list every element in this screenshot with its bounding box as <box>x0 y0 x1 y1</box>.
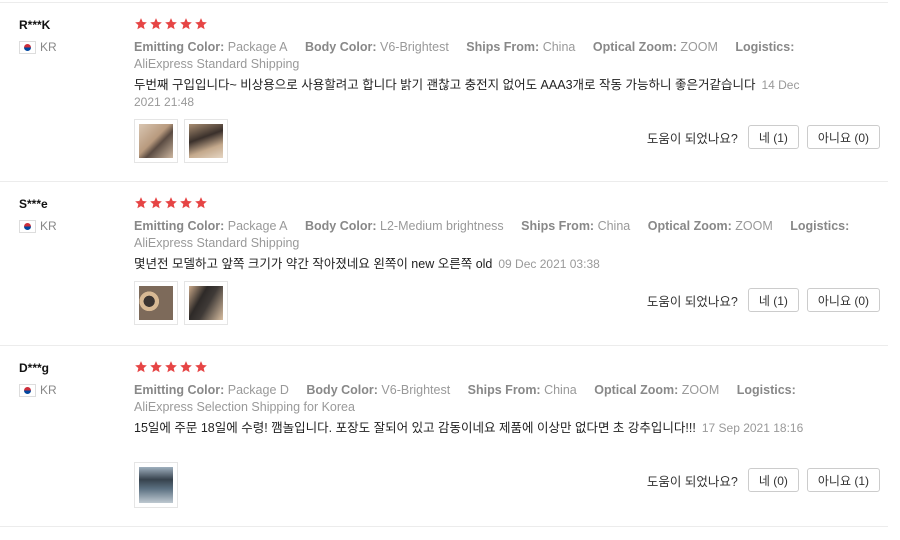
review-photo-thumbnail[interactable] <box>184 281 228 325</box>
helpful-question: 도움이 되었나요? <box>646 131 738 146</box>
reviewer-country: KR <box>19 40 57 54</box>
review-text: 몇년전 모델하고 앞쪽 크기가 약간 작아졌네요 왼쪽이 new 오른쪽 old… <box>134 257 600 271</box>
helpful-question: 도움이 되었나요? <box>646 294 738 309</box>
korea-flag-icon <box>19 383 36 397</box>
star-icon <box>180 197 192 209</box>
reviewer-name: D***g <box>19 361 50 375</box>
star-icon <box>150 361 162 373</box>
country-code: KR <box>40 383 57 397</box>
star-icon <box>165 197 177 209</box>
attr-emitting-color: Emitting Color: Package A <box>134 40 288 54</box>
helpful-question: 도움이 되었나요? <box>646 474 738 489</box>
review-date: 17 Sep 2021 18:16 <box>701 421 804 435</box>
country-code: KR <box>40 219 57 233</box>
star-rating <box>134 360 208 374</box>
review-feed: R***K KR Emitting Color: Package A Body … <box>0 0 900 540</box>
helpful-vote: 도움이 되었나요? 네 (0) 아니요 (1) <box>647 468 880 492</box>
review-photo-thumbnail[interactable] <box>134 119 178 163</box>
attr-body-color: Body Color: V6-Brightest <box>305 40 449 54</box>
star-icon <box>165 18 177 30</box>
star-rating <box>134 17 208 31</box>
attr-body-color: Body Color: V6-Brightest <box>306 383 451 397</box>
star-icon <box>165 361 177 373</box>
review-date: 09 Dec 2021 03:38 <box>498 257 600 271</box>
attr-ships-from: Ships From: China <box>466 40 576 54</box>
attr-optical-zoom: Optical Zoom: ZOOM <box>594 383 720 397</box>
star-icon <box>150 18 162 30</box>
review-item: D***g KR Emitting Color: Package D Body … <box>0 346 888 527</box>
review-photos <box>134 281 228 325</box>
reviewer-name: R***K <box>19 18 51 32</box>
star-icon <box>180 18 192 30</box>
review-photo-thumbnail[interactable] <box>134 281 178 325</box>
review-text: 15일에 주문 18일에 수령! 깸놀입니다. 포장도 잘되어 있고 감동이네요… <box>134 421 804 435</box>
helpful-no-button[interactable]: 아니요 (0) <box>806 125 880 149</box>
order-attributes: Emitting Color: Package D Body Color: V6… <box>134 382 854 416</box>
helpful-vote: 도움이 되었나요? 네 (1) 아니요 (0) <box>647 288 880 312</box>
review-photos <box>134 119 228 163</box>
star-icon <box>135 197 147 209</box>
order-attributes: Emitting Color: Package A Body Color: V6… <box>134 39 854 73</box>
helpful-no-button[interactable]: 아니요 (1) <box>806 468 880 492</box>
review-photo-thumbnail[interactable] <box>184 119 228 163</box>
attr-optical-zoom: Optical Zoom: ZOOM <box>592 40 718 54</box>
attr-emitting-color: Emitting Color: Package D <box>134 383 289 397</box>
attr-ships-from: Ships From: China <box>467 383 577 397</box>
star-icon <box>195 197 207 209</box>
helpful-yes-button[interactable]: 네 (0) <box>747 468 799 492</box>
attr-body-color: Body Color: L2-Medium brightness <box>305 219 504 233</box>
star-icon <box>180 361 192 373</box>
review-item: R***K KR Emitting Color: Package A Body … <box>0 3 888 182</box>
star-icon <box>195 361 207 373</box>
review-item: S***e KR Emitting Color: Package A Body … <box>0 182 888 346</box>
review-photos <box>134 462 178 508</box>
reviewer-country: KR <box>19 383 57 397</box>
helpful-no-button[interactable]: 아니요 (0) <box>806 288 880 312</box>
review-photo-thumbnail[interactable] <box>134 462 178 508</box>
star-icon <box>195 18 207 30</box>
korea-flag-icon <box>19 219 36 233</box>
country-code: KR <box>40 40 57 54</box>
helpful-yes-button[interactable]: 네 (1) <box>747 288 799 312</box>
attr-ships-from: Ships From: China <box>521 219 631 233</box>
reviewer-country: KR <box>19 219 57 233</box>
review-text: 두번째 구입입니다~ 비상용으로 사용할려고 합니다 밝기 괜찮고 충전지 없어… <box>134 78 800 109</box>
helpful-yes-button[interactable]: 네 (1) <box>747 125 799 149</box>
attr-emitting-color: Emitting Color: Package A <box>134 219 288 233</box>
reviewer-name: S***e <box>19 197 48 211</box>
attr-optical-zoom: Optical Zoom: ZOOM <box>647 219 773 233</box>
star-icon <box>135 361 147 373</box>
star-icon <box>150 197 162 209</box>
order-attributes: Emitting Color: Package A Body Color: L2… <box>134 218 854 252</box>
star-icon <box>135 18 147 30</box>
korea-flag-icon <box>19 40 36 54</box>
star-rating <box>134 196 208 210</box>
helpful-vote: 도움이 되었나요? 네 (1) 아니요 (0) <box>647 125 880 149</box>
